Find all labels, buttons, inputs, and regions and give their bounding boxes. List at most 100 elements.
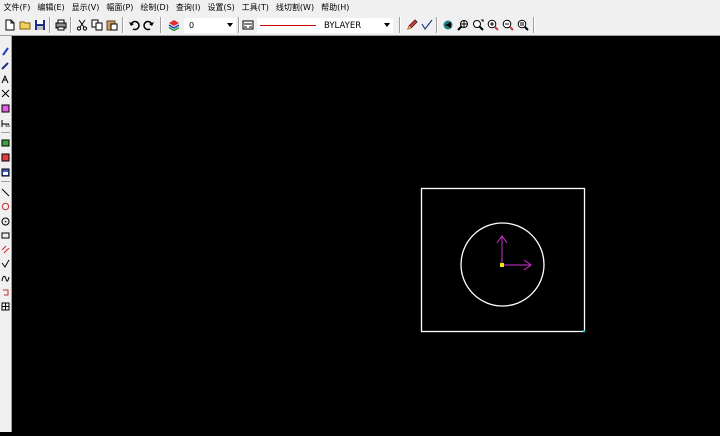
left-toolbar-separator	[1, 181, 10, 182]
new-file-button[interactable]	[2, 17, 17, 33]
copy-icon	[91, 19, 102, 31]
circle-icon	[1, 217, 10, 225]
redo-button[interactable]	[141, 17, 156, 33]
toolbar-separator	[49, 17, 51, 33]
undo-icon	[128, 20, 140, 31]
redo-icon	[142, 20, 154, 31]
zoom-realtime-icon	[456, 20, 468, 31]
text-icon	[1, 74, 9, 83]
line-icon	[1, 188, 10, 196]
linetype-swatch	[260, 25, 316, 26]
image-icon	[1, 139, 10, 146]
layers-icon	[168, 20, 179, 31]
left-draw-toolbar: Sa	[0, 36, 12, 432]
arc-icon	[1, 202, 10, 210]
dimension-icon: Sa	[1, 119, 10, 128]
properties-tool[interactable]	[0, 45, 11, 57]
save-button[interactable]	[32, 17, 47, 33]
block-tool[interactable]	[0, 102, 11, 114]
menu-file[interactable]: 文件(F)	[0, 0, 34, 15]
linetype-icon	[242, 20, 253, 30]
menu-paper[interactable]: 幅面(P)	[103, 0, 137, 15]
block-icon	[1, 104, 10, 112]
pan-icon	[443, 20, 452, 30]
menu-draw[interactable]: 绘制(D)	[137, 0, 172, 15]
menu-settings[interactable]: 设置(S)	[204, 0, 238, 15]
print-button[interactable]	[53, 17, 68, 33]
arc-tool[interactable]	[0, 200, 11, 212]
layer-dropdown[interactable]: 0	[184, 18, 236, 33]
menu-edit[interactable]: 编辑(E)	[34, 0, 68, 15]
toolbar-separator	[70, 17, 72, 33]
hatch-tool[interactable]	[0, 243, 11, 255]
rectangle-icon	[1, 232, 10, 238]
zoom-all-icon	[517, 19, 529, 31]
chevron-down-icon	[227, 23, 233, 27]
zoom-window-icon	[472, 19, 484, 31]
layer-manager-button[interactable]	[166, 17, 181, 33]
menu-view[interactable]: 显示(V)	[68, 0, 103, 15]
ucs-axis-icon	[496, 235, 532, 271]
ole-tool[interactable]	[0, 166, 11, 178]
circle-tool[interactable]	[0, 215, 11, 227]
polygon-icon	[3, 289, 9, 295]
linetype-dropdown-value: BYLAYER	[324, 20, 362, 31]
linetype-dropdown[interactable]: BYLAYER	[257, 18, 393, 33]
polyline-tool[interactable]	[0, 257, 11, 269]
table-icon	[1, 302, 10, 310]
table-tool[interactable]	[0, 300, 11, 312]
toolbar-separator	[533, 17, 535, 33]
save-icon	[34, 20, 45, 30]
drawn-rectangle[interactable]	[420, 187, 586, 333]
toolbar-separator	[160, 17, 162, 33]
zoom-in-button[interactable]	[485, 17, 500, 33]
menu-wire-cut[interactable]: 线切割(W)	[272, 0, 317, 15]
spline-icon	[1, 275, 10, 282]
undo-button[interactable]	[126, 17, 141, 33]
pencil-tool[interactable]	[0, 59, 11, 71]
menu-query[interactable]: 查询(I)	[172, 0, 204, 15]
hatch-icon	[1, 245, 10, 253]
rectangle-tool[interactable]	[0, 229, 11, 241]
open-file-button[interactable]	[17, 17, 32, 33]
toolbar-separator	[436, 17, 438, 33]
polyline-icon	[1, 259, 10, 268]
chevron-down-icon	[384, 23, 390, 27]
drawing-canvas[interactable]	[12, 36, 720, 432]
menu-tools[interactable]: 工具(T)	[238, 0, 272, 15]
layer-dropdown-value: 0	[189, 21, 195, 30]
scissors-icon	[76, 19, 87, 31]
linetype-manager-button[interactable]	[240, 17, 255, 33]
left-toolbar-separator	[1, 132, 10, 133]
check-entity-button[interactable]	[419, 17, 434, 33]
toolbar-separator	[399, 17, 401, 33]
zoom-window-button[interactable]	[470, 17, 485, 33]
fill-icon	[1, 153, 10, 161]
window-icon	[1, 168, 10, 176]
printer-icon	[55, 19, 66, 31]
paste-icon	[106, 20, 117, 31]
brush-icon	[2, 46, 9, 56]
paste-button[interactable]	[104, 17, 119, 33]
open-folder-icon	[19, 21, 30, 30]
polygon-tool[interactable]	[0, 286, 11, 298]
fill-tool[interactable]	[0, 151, 11, 163]
image-tool[interactable]	[0, 136, 11, 148]
line-tool[interactable]	[0, 186, 11, 198]
menu-bar: 文件(F) 编辑(E) 显示(V) 幅面(P) 绘制(D) 查询(I) 设置(S…	[0, 0, 720, 15]
copy-button[interactable]	[89, 17, 104, 33]
pen-tool-button[interactable]	[404, 17, 419, 33]
cut-button[interactable]	[74, 17, 89, 33]
menu-help[interactable]: 帮助(H)	[318, 0, 353, 15]
check-mark-icon	[420, 19, 432, 31]
zoom-in-icon	[487, 19, 499, 31]
toolbar-separator	[122, 17, 124, 33]
zoom-all-button[interactable]	[515, 17, 530, 33]
dimension-tool[interactable]: Sa	[0, 117, 11, 129]
text-tool[interactable]	[0, 73, 11, 85]
trim-tool[interactable]	[0, 87, 11, 99]
pan-button[interactable]	[440, 17, 455, 33]
spline-tool[interactable]	[0, 272, 11, 284]
zoom-out-button[interactable]	[500, 17, 515, 33]
zoom-realtime-button[interactable]	[455, 17, 470, 33]
